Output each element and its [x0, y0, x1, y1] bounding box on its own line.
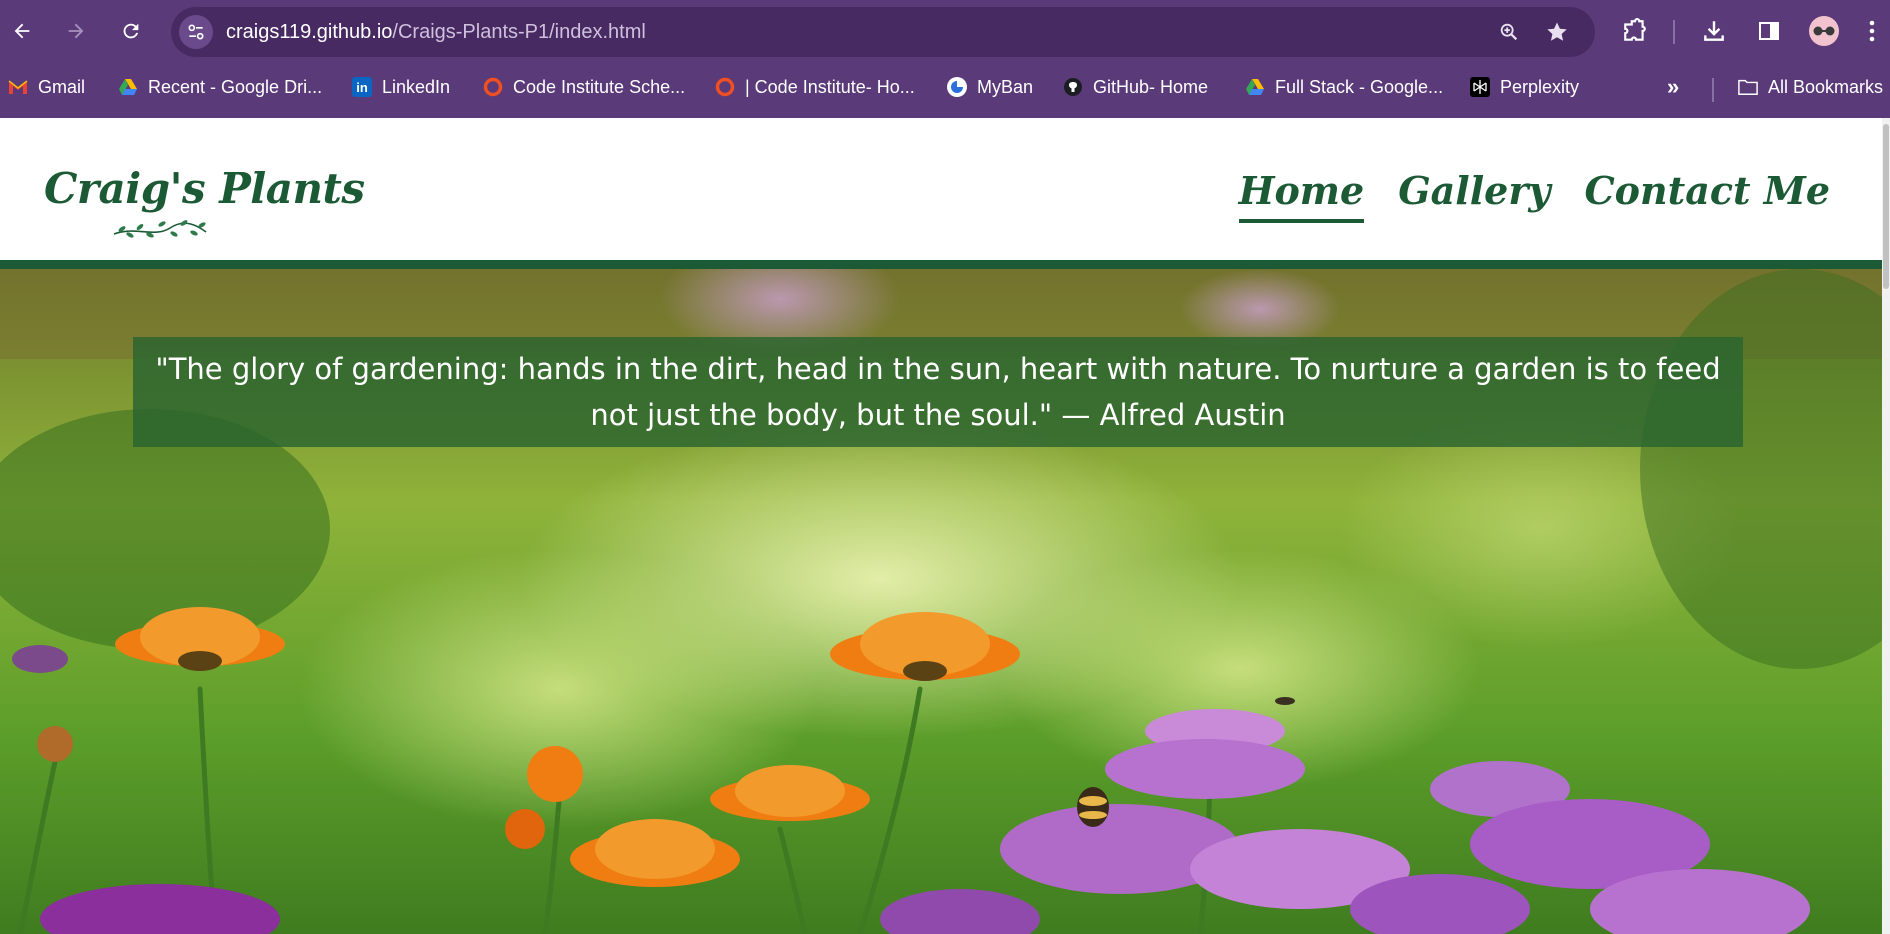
myban-icon	[947, 77, 967, 97]
google-drive-icon	[118, 77, 138, 97]
bookmark-myban[interactable]: MyBan	[947, 74, 1033, 100]
bookmarks-separator	[1712, 78, 1714, 102]
bookmark-linkedin[interactable]: in LinkedIn	[352, 74, 450, 100]
toolbar-separator	[1673, 20, 1675, 44]
bookmark-label: Perplexity	[1500, 76, 1580, 97]
nav-gallery[interactable]: Gallery	[1398, 168, 1550, 223]
code-institute-icon	[483, 77, 503, 97]
nav-contact-me[interactable]: Contact Me	[1584, 168, 1830, 223]
site-logo[interactable]: Craig's Plants	[44, 164, 365, 213]
address-bar[interactable]: craigs119.github.io/Craigs-Plants-P1/ind…	[171, 7, 1595, 57]
bookmark-label: LinkedIn	[382, 76, 451, 97]
hero-quote: "The glory of gardening: hands in the di…	[155, 352, 1721, 432]
site-header: Craig's Plants Home Gallery Contact Me	[0, 118, 1890, 260]
gmail-icon	[8, 77, 28, 97]
browser-toolbar: craigs119.github.io/Craigs-Plants-P1/ind…	[0, 0, 1890, 63]
bookmark-star-icon[interactable]	[1544, 19, 1570, 45]
more-bookmarks-button[interactable]: »	[1667, 74, 1679, 100]
bookmark-code-institute-home[interactable]: | Code Institute- Ho...	[715, 74, 915, 100]
bookmarks-bar: Gmail Recent - Google Dri... in LinkedIn…	[0, 66, 1890, 106]
bookmark-label: Full Stack - Google...	[1275, 76, 1444, 97]
google-drive-icon	[1245, 77, 1265, 97]
github-icon	[1063, 77, 1083, 97]
bookmark-full-stack[interactable]: Full Stack - Google...	[1245, 74, 1443, 100]
reload-button[interactable]	[113, 13, 149, 49]
back-button[interactable]	[4, 13, 40, 49]
bookmark-label: Recent - Google Dri...	[148, 76, 323, 97]
more-menu-icon[interactable]	[1860, 15, 1884, 47]
bookmark-label: Code Institute Sche...	[513, 76, 686, 97]
forward-button[interactable]	[58, 13, 94, 49]
main-nav: Home Gallery Contact Me	[1238, 168, 1830, 223]
download-icon[interactable]	[1698, 15, 1730, 47]
nav-home[interactable]: Home	[1238, 168, 1365, 223]
bookmark-google-drive[interactable]: Recent - Google Dri...	[118, 74, 322, 100]
url-path: /Craigs-Plants-P1/index.html	[392, 21, 646, 43]
bookmark-code-institute-schedule[interactable]: Code Institute Sche...	[483, 74, 685, 100]
header-divider	[0, 260, 1890, 269]
bookmark-label: GitHub- Home	[1093, 76, 1209, 97]
zoom-icon[interactable]	[1496, 19, 1522, 45]
web-page: Craig's Plants Home Gallery Contact Me "…	[0, 118, 1890, 934]
code-institute-icon	[715, 77, 735, 97]
back-arrow-icon	[14, 23, 30, 39]
browser-chrome: craigs119.github.io/Craigs-Plants-P1/ind…	[0, 0, 1890, 118]
bookmark-label: MyBan	[977, 76, 1034, 97]
all-bookmarks-label: All Bookmarks	[1768, 76, 1884, 97]
bookmark-gmail[interactable]: Gmail	[8, 74, 85, 100]
hero-section: "The glory of gardening: hands in the di…	[0, 269, 1890, 934]
tune-icon	[188, 24, 204, 40]
profile-avatar[interactable]	[1809, 16, 1839, 46]
perplexity-icon	[1470, 77, 1490, 97]
extensions-icon[interactable]	[1619, 15, 1651, 47]
reload-icon	[123, 23, 139, 39]
folder-icon	[1738, 77, 1758, 97]
bookmark-label: Gmail	[38, 76, 86, 97]
url-host: craigs119.github.io	[226, 21, 393, 43]
chevron-double-right-icon: »	[1667, 74, 1680, 99]
leaf-vine-icon	[113, 220, 207, 238]
bookmark-label: | Code Institute- Ho...	[745, 76, 915, 97]
bee-icon	[1077, 787, 1109, 827]
bookmark-perplexity[interactable]: Perplexity	[1470, 74, 1579, 100]
insect-icon	[1275, 697, 1295, 705]
linkedin-icon: in	[352, 77, 372, 97]
site-info-button[interactable]	[179, 15, 213, 49]
url-text[interactable]: craigs119.github.io/Craigs-Plants-P1/ind…	[226, 21, 646, 44]
bookmark-github[interactable]: GitHub- Home	[1063, 74, 1208, 100]
profile-sunglasses-icon	[1813, 26, 1835, 36]
forward-arrow-icon	[68, 23, 84, 39]
all-bookmarks-button[interactable]: All Bookmarks	[1738, 74, 1883, 100]
scrollbar-thumb[interactable]	[1883, 124, 1889, 289]
quote-banner: "The glory of gardening: hands in the di…	[133, 337, 1743, 447]
side-panel-icon[interactable]	[1753, 15, 1785, 47]
